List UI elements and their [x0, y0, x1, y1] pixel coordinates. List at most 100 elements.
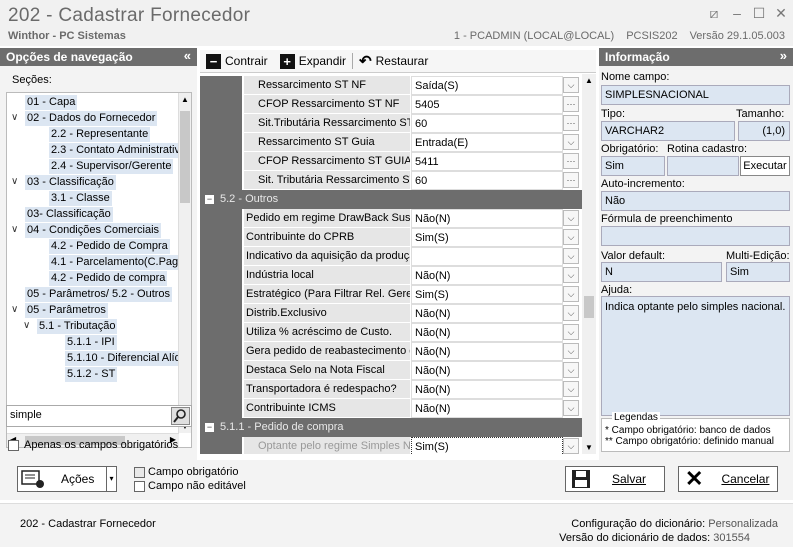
dropdown-chevron-icon[interactable]: ⌵	[563, 77, 579, 93]
property-value[interactable]: 60	[411, 114, 563, 133]
tree-item[interactable]: 2.3 - Contato Administrativo	[49, 143, 189, 158]
grid-scroll-thumb[interactable]	[584, 296, 594, 318]
tree-item[interactable]: 2.4 - Supervisor/Gerente	[49, 159, 174, 174]
collapse-panel-icon[interactable]: «	[184, 48, 191, 63]
tree-item[interactable]: 01 - Capa	[25, 95, 78, 110]
tree-scroll-thumb[interactable]	[180, 111, 190, 203]
tree-expand-icon[interactable]: ∨	[11, 304, 21, 315]
dropdown-chevron-icon[interactable]: ⌵	[563, 248, 579, 264]
save-button[interactable]: Salvar	[565, 466, 665, 492]
search-input[interactable]	[10, 409, 170, 421]
floppy-disk-icon	[572, 470, 590, 488]
dropdown-chevron-icon[interactable]: ⌵	[563, 286, 579, 302]
scroll-down-icon[interactable]: ▼	[585, 443, 593, 452]
property-value[interactable]: 5411	[411, 152, 563, 171]
expand-panel-icon[interactable]: »	[780, 48, 787, 63]
tree-item[interactable]: 5.1.2 - ST	[65, 367, 118, 382]
multiedit-value: Sim	[726, 262, 790, 282]
maximize-icon[interactable]: ☐	[752, 6, 766, 20]
tree-expand-icon[interactable]: ∨	[11, 112, 21, 123]
property-value[interactable]: Não(N)	[411, 361, 563, 380]
dropdown-chevron-icon[interactable]: ⌵	[563, 210, 579, 226]
restore-icon[interactable]: ⧄	[707, 6, 721, 20]
autoinc-label: Auto-incremento:	[601, 178, 685, 190]
tree-expand-icon[interactable]: ∨	[11, 224, 21, 235]
property-row: Contribuinte do CPRB Sim(S) ⌵	[200, 228, 582, 247]
tree-item[interactable]: 5.1.1 - IPI	[65, 335, 117, 350]
dropdown-chevron-icon[interactable]: ⌵	[563, 229, 579, 245]
property-value[interactable]: Entrada(E)	[411, 133, 563, 152]
execute-button[interactable]: Executar	[740, 156, 790, 176]
dropdown-chevron-icon[interactable]: ⌵	[563, 134, 579, 150]
minimize-icon[interactable]: –	[730, 6, 744, 20]
property-row: CFOP Ressarcimento ST NF 5405 ···	[200, 95, 582, 114]
tree-item[interactable]: 05 - Parâmetros	[25, 303, 108, 318]
tree-item[interactable]: 5.1.10 - Diferencial Alíquota	[65, 351, 191, 366]
actions-button[interactable]: Ações ▾	[17, 466, 117, 492]
property-value[interactable]: 60	[411, 171, 563, 190]
tree-item[interactable]: 03 - Classificação	[25, 175, 116, 190]
property-value[interactable]: Não(N)	[411, 266, 563, 285]
grid-vertical-scrollbar[interactable]: ▲ ▼	[582, 74, 596, 454]
system-info: 1 - PCADMIN (LOCAL@LOCAL) PCSIS202 Versã…	[454, 30, 785, 42]
search-button[interactable]	[171, 407, 190, 425]
tree-item[interactable]: 02 - Dados do Fornecedor	[25, 111, 158, 126]
tree-item[interactable]: 2.2 - Representante	[49, 127, 151, 142]
only-required-checkbox[interactable]: Apenas os campos obrigatórios	[8, 439, 178, 451]
checkbox-box[interactable]	[8, 439, 19, 451]
property-label: Gera pedido de reabastecimento de	[244, 342, 410, 361]
property-value[interactable]: Não(N)	[411, 304, 563, 323]
property-value[interactable]: Sim(S)	[411, 228, 563, 247]
tree-item[interactable]: 4.2 - Pedido de Compra	[49, 239, 170, 254]
dropdown-chevron-icon[interactable]: ⌵	[563, 400, 579, 416]
tree-expand-icon[interactable]: ∨	[23, 320, 33, 331]
property-value[interactable]: Não(N)	[411, 342, 563, 361]
section-header-pedido-compra[interactable]: −5.1.1 - Pedido de compra	[200, 418, 582, 437]
tree-vertical-scrollbar[interactable]: ▲ ▼	[178, 93, 191, 433]
dropdown-chevron-icon[interactable]: ⌵	[563, 343, 579, 359]
property-label: Optante pelo regime Simples Nacional	[244, 437, 410, 454]
dropdown-chevron-icon[interactable]: ⌵	[563, 362, 579, 378]
dropdown-arrow-icon[interactable]: ▾	[106, 467, 116, 491]
dropdown-chevron-icon[interactable]: ⌵	[563, 324, 579, 340]
expand-button[interactable]: + Expandir	[274, 51, 352, 72]
tree-item[interactable]: 4.2 - Pedido de compra	[49, 271, 168, 286]
cancel-button[interactable]: ✕ Cancelar	[678, 466, 778, 492]
collapse-section-icon[interactable]: −	[205, 423, 214, 432]
default-label: Valor default:	[601, 250, 666, 262]
tree-item[interactable]: 03- Classificação	[25, 207, 113, 222]
property-value[interactable]	[411, 247, 563, 266]
dropdown-chevron-icon[interactable]: ⌵	[563, 381, 579, 397]
tree-expand-icon[interactable]: ∨	[11, 176, 21, 187]
close-icon[interactable]: ✕	[774, 6, 788, 20]
collapse-button[interactable]: − Contrair	[200, 51, 274, 72]
property-value[interactable]: 5405	[411, 95, 563, 114]
dropdown-chevron-icon[interactable]: ⌵	[563, 305, 579, 321]
tree-item[interactable]: 5.1 - Tributação	[37, 319, 118, 334]
section-header-outros[interactable]: −5.2 - Outros	[200, 190, 582, 209]
property-value[interactable]: Sim(S)	[411, 285, 563, 304]
ellipsis-button[interactable]: ···	[563, 115, 579, 131]
property-value[interactable]: Sim(S)	[411, 437, 563, 454]
dropdown-chevron-icon[interactable]: ⌵	[563, 438, 579, 454]
scroll-up-icon[interactable]: ▲	[181, 95, 189, 104]
property-value[interactable]: Não(N)	[411, 209, 563, 228]
tree-item[interactable]: 4.1 - Parcelamento(C.Pagar)	[49, 255, 191, 270]
tree-item[interactable]: 3.1 - Classe	[49, 191, 112, 206]
property-value[interactable]: Não(N)	[411, 399, 563, 418]
tree-item[interactable]: 04 - Condições Comerciais	[25, 223, 162, 238]
help-text: Indica optante pelo simples nacional.	[601, 296, 790, 416]
property-value[interactable]: Não(N)	[411, 323, 563, 342]
ellipsis-button[interactable]: ···	[563, 153, 579, 169]
ellipsis-button[interactable]: ···	[563, 172, 579, 188]
property-value[interactable]: Saída(S)	[411, 76, 563, 95]
ellipsis-button[interactable]: ···	[563, 96, 579, 112]
dropdown-chevron-icon[interactable]: ⌵	[563, 267, 579, 283]
collapse-section-icon[interactable]: −	[205, 195, 214, 204]
property-value[interactable]: Não(N)	[411, 380, 563, 399]
status-bar: 202 - Cadastrar Fornecedor Configuração …	[0, 503, 793, 547]
tree-item[interactable]: 05 - Parâmetros/ 5.2 - Outros	[25, 287, 173, 302]
scroll-up-icon[interactable]: ▲	[585, 76, 593, 85]
restore-button[interactable]: ↶ Restaurar	[353, 51, 434, 72]
sections-tree[interactable]: 01 - Capa ∨ 02 - Dados do Fornecedor 2.2 - …	[6, 92, 192, 448]
